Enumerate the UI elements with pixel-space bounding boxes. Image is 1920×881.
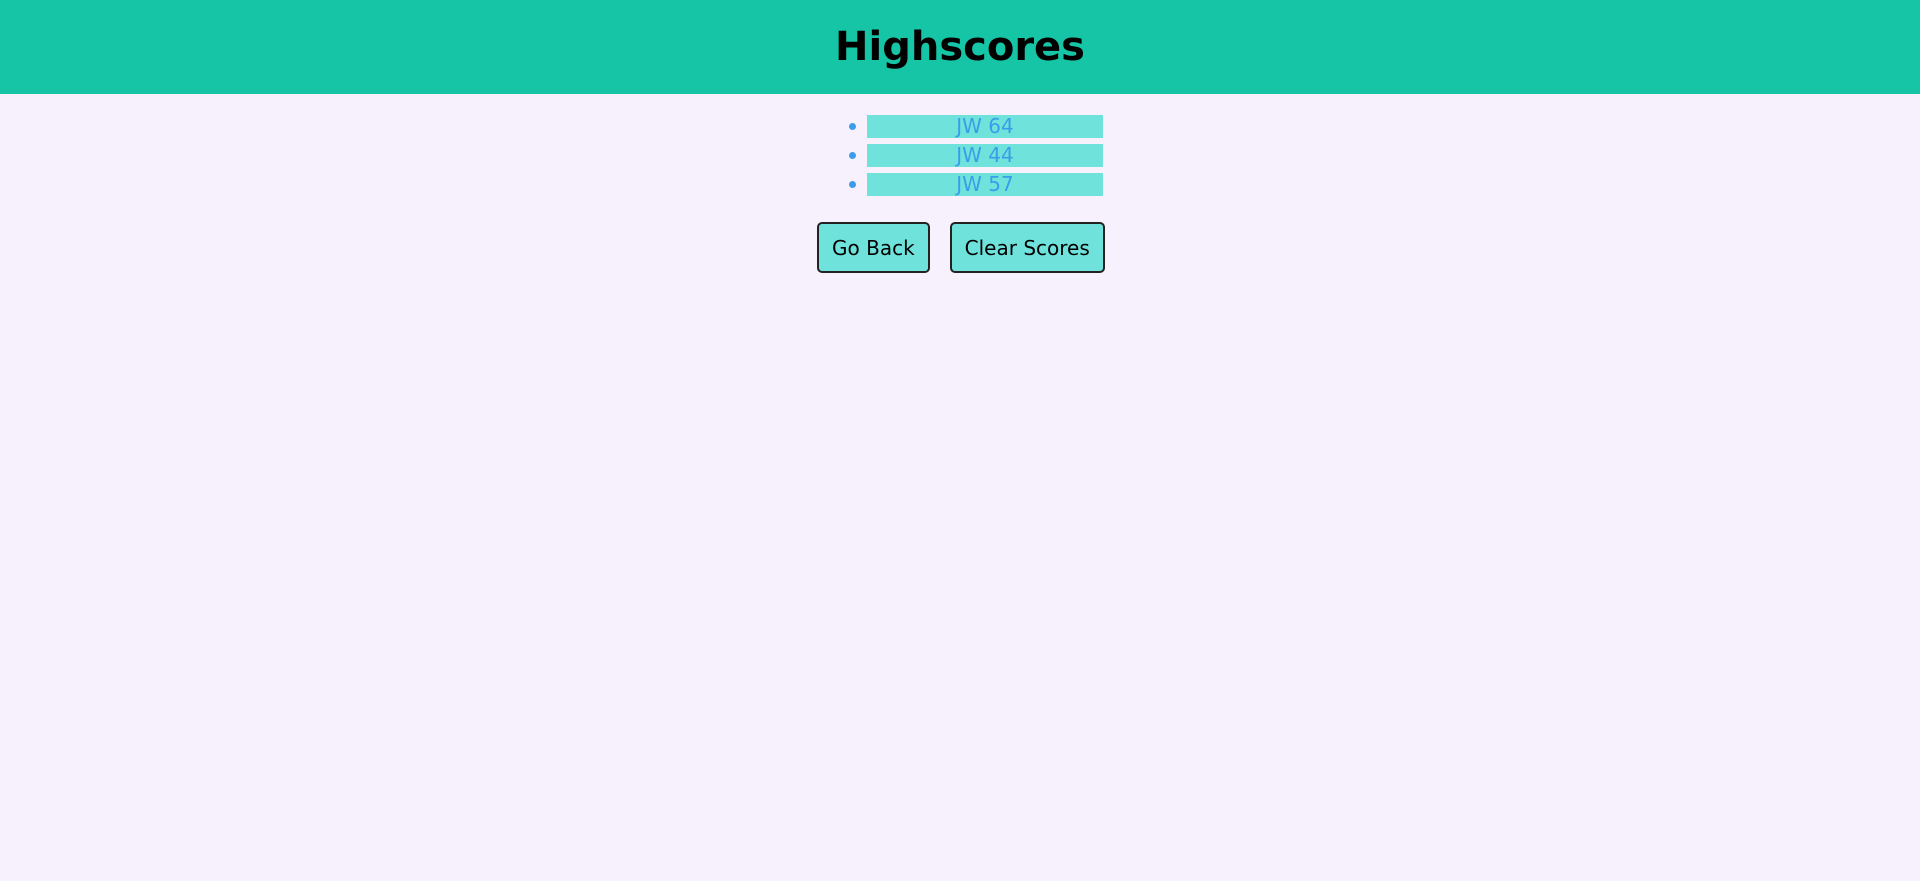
- score-text: JW 44: [956, 143, 1014, 167]
- bullet-icon: [849, 152, 856, 159]
- score-text: JW 57: [956, 172, 1014, 196]
- clear-scores-button[interactable]: Clear Scores: [949, 222, 1105, 273]
- highscore-list: JW 64 JW 44 JW 57: [849, 114, 1103, 202]
- score-text: JW 64: [956, 114, 1014, 138]
- page-title: Highscores: [835, 24, 1085, 70]
- list-item: JW 57: [849, 172, 1103, 196]
- button-row: Go Back Clear Scores: [817, 222, 1105, 273]
- page-header: Highscores: [0, 0, 1920, 94]
- list-item: JW 64: [849, 114, 1103, 138]
- bullet-icon: [849, 181, 856, 188]
- go-back-button[interactable]: Go Back: [817, 222, 930, 273]
- bullet-icon: [849, 123, 856, 130]
- list-item: JW 44: [849, 143, 1103, 167]
